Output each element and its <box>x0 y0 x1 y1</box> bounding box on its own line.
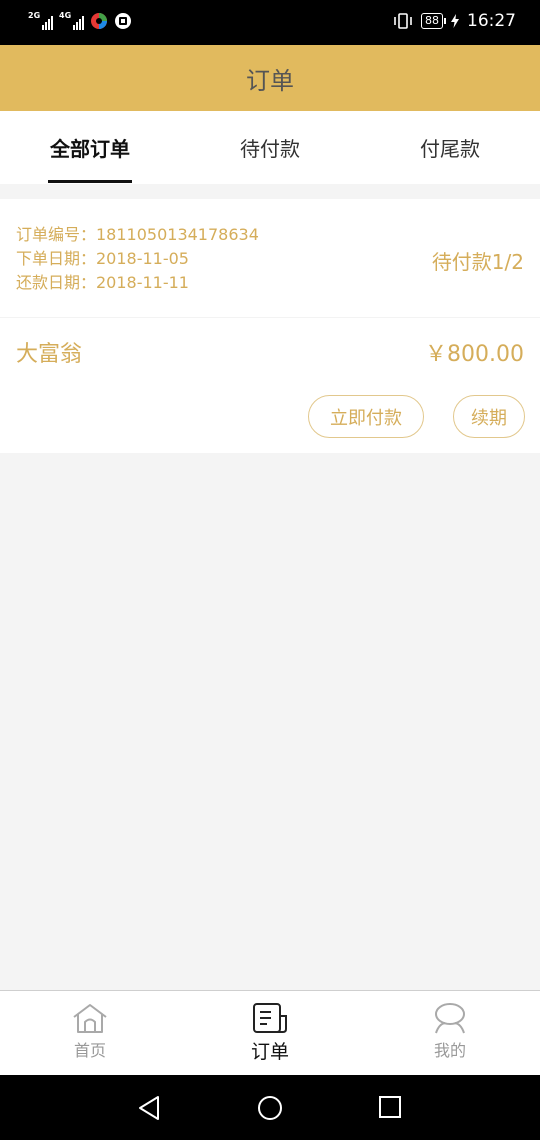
home-circle-icon[interactable] <box>257 1095 283 1121</box>
order-date: 下单日期：2018-11-05 <box>16 249 189 268</box>
order-status: 待付款1/2 <box>431 250 524 274</box>
charging-icon <box>451 14 459 28</box>
tab-label: 付尾款 <box>420 137 480 161</box>
battery-indicator: 88 <box>421 13 446 29</box>
app-notification-icon <box>115 13 131 29</box>
order-number: 订单编号：1811050134178634 <box>16 225 259 244</box>
bottom-nav: 首页 订单 我的 <box>0 990 540 1075</box>
nav-label: 首页 <box>73 1041 106 1060</box>
status-left: 2G 4G <box>28 11 132 30</box>
app-header: 订单 <box>0 45 540 111</box>
status-right: 88 16:27 <box>393 11 516 31</box>
nav-label: 我的 <box>433 1041 466 1060</box>
document-icon <box>253 1003 287 1033</box>
back-icon[interactable] <box>137 1095 163 1121</box>
user-icon <box>435 1003 465 1034</box>
order-card[interactable]: 订单编号：1811050134178634 下单日期：2018-11-05 还款… <box>0 199 540 453</box>
pay-now-button[interactable]: 立即付款 <box>308 395 424 438</box>
nav-orders[interactable]: 订单 <box>210 991 330 1076</box>
home-icon <box>73 1004 107 1033</box>
nav-home[interactable]: 首页 <box>30 991 150 1076</box>
page-title: 订单 <box>246 66 294 95</box>
order-info: 订单编号：1811050134178634 下单日期：2018-11-05 还款… <box>16 223 259 295</box>
tab-label: 全部订单 <box>50 137 130 161</box>
app-notification-icon <box>91 13 107 29</box>
nav-profile[interactable]: 我的 <box>390 991 510 1076</box>
signal-icon: 2G <box>28 11 53 30</box>
active-tab-indicator <box>48 180 132 183</box>
nav-label: 订单 <box>250 1041 289 1063</box>
repay-date: 还款日期：2018-11-11 <box>16 273 189 292</box>
order-price: ￥800.00 <box>425 342 524 367</box>
tab-label: 待付款 <box>240 137 300 161</box>
tab-final-payment[interactable]: 付尾款 <box>408 111 492 184</box>
vibrate-icon <box>394 13 412 29</box>
clock: 16:27 <box>467 11 516 31</box>
recents-icon[interactable] <box>378 1095 402 1119</box>
order-tabs: 全部订单 待付款 付尾款 <box>0 111 540 184</box>
tab-pending-payment[interactable]: 待付款 <box>228 111 312 184</box>
divider <box>0 317 540 318</box>
status-bar: 2G 4G 88 16:27 <box>0 0 540 45</box>
system-nav-bar <box>0 1075 540 1140</box>
product-name: 大富翁 <box>16 342 83 367</box>
signal-icon: 4G <box>59 11 84 30</box>
renew-button[interactable]: 续期 <box>453 395 525 438</box>
tab-all-orders[interactable]: 全部订单 <box>48 111 132 184</box>
